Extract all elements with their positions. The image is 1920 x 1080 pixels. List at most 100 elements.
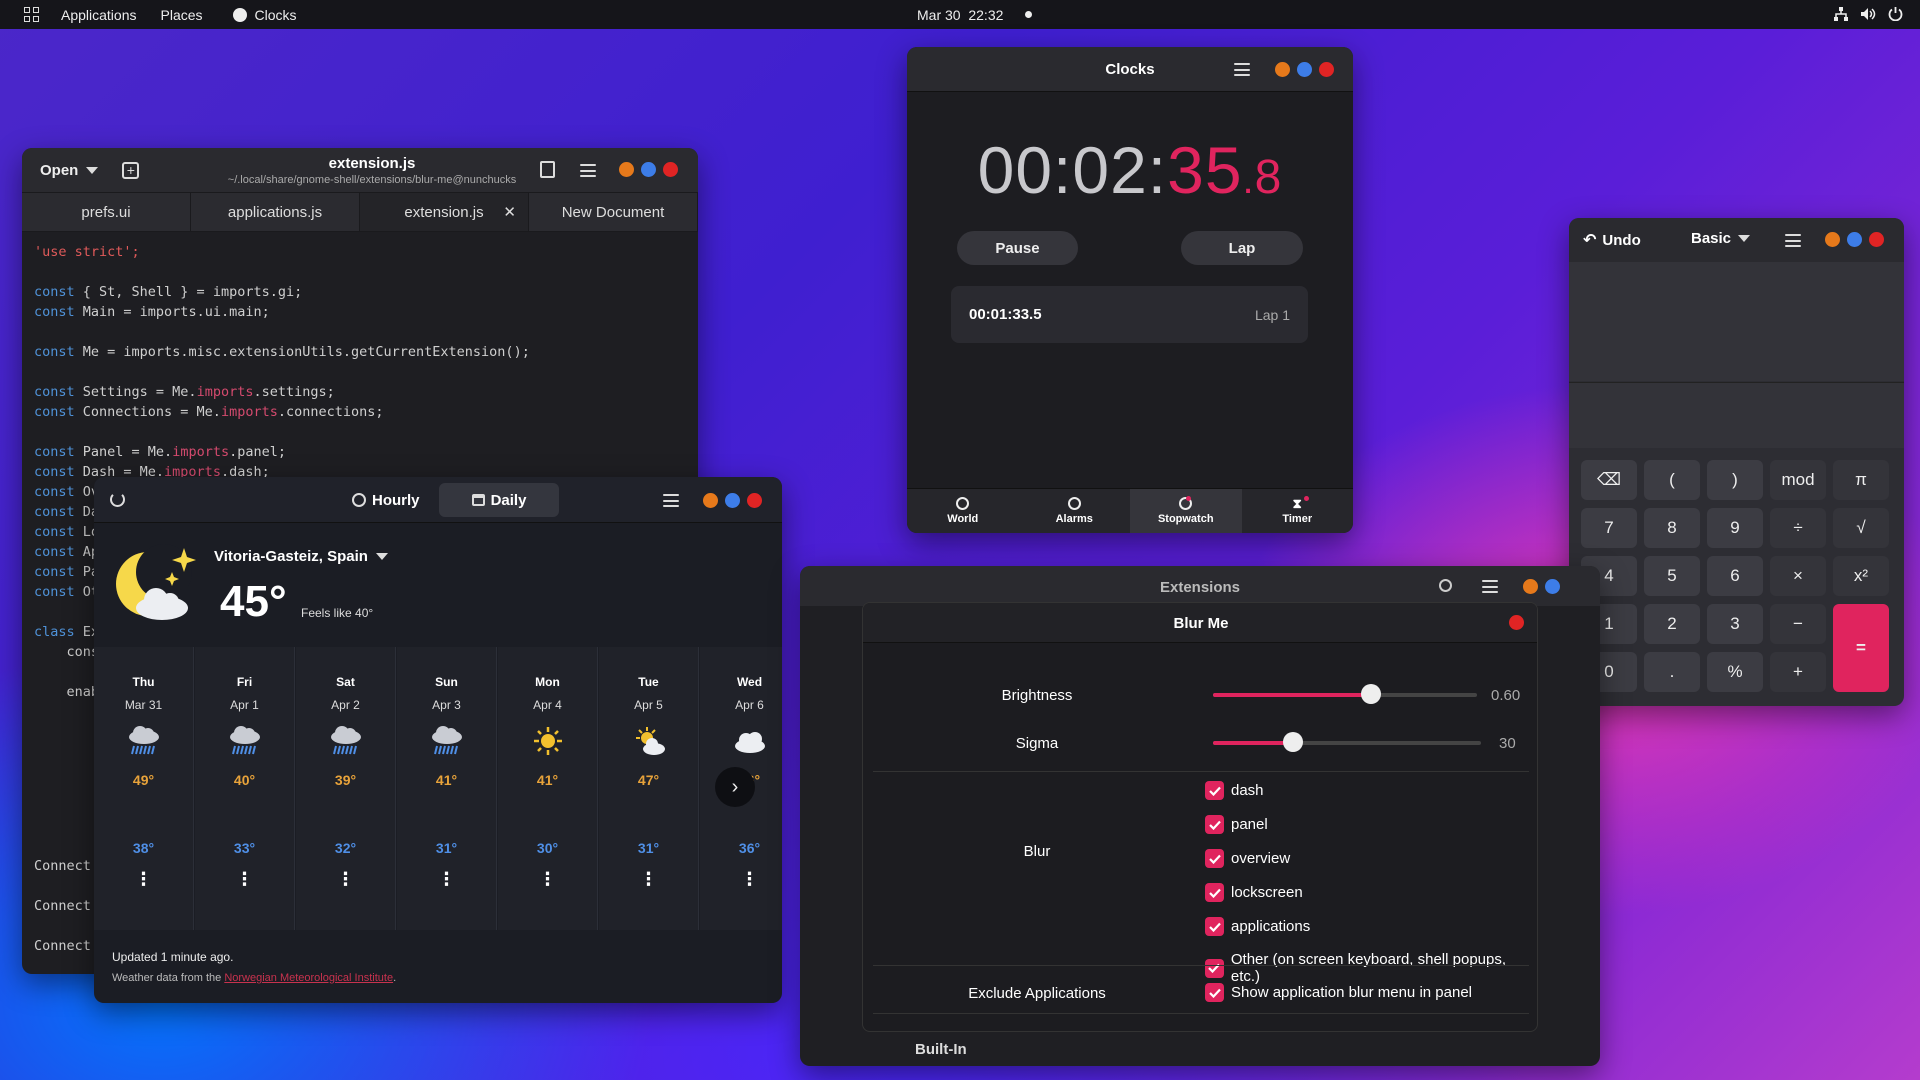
menu-icon[interactable] (580, 164, 596, 177)
new-tab-icon[interactable]: + (122, 161, 140, 179)
forecast-day[interactable]: Sat Apr 2 39° 32° ⋮ (296, 647, 396, 930)
lap-button[interactable]: Lap (1181, 231, 1303, 265)
brightness-handle[interactable] (1361, 684, 1382, 704)
calc-key[interactable]: 3 (1707, 604, 1763, 644)
minimize-button[interactable] (619, 162, 634, 177)
tab-prefs[interactable]: prefs.ui (22, 193, 191, 231)
forecast-day[interactable]: Thu Mar 31 49° 38° ⋮ (94, 647, 194, 930)
sigma-handle[interactable] (1283, 732, 1304, 752)
more-vertical-icon[interactable]: ⋮ (397, 870, 496, 888)
calc-key[interactable]: 5 (1644, 556, 1700, 596)
maximize-button[interactable] (1297, 62, 1312, 77)
maximize-button[interactable] (641, 162, 656, 177)
menu-icon[interactable] (1482, 580, 1498, 593)
calc-key[interactable]: ) (1707, 460, 1763, 500)
calc-key[interactable]: 6 (1707, 556, 1763, 596)
refresh-icon[interactable] (110, 492, 125, 507)
blur-option[interactable]: panel (1205, 815, 1268, 834)
calc-key[interactable]: ( (1644, 460, 1700, 500)
tab-new-document[interactable]: New Document (529, 193, 698, 231)
close-button[interactable] (1509, 615, 1524, 630)
blur-option[interactable]: Other (on screen keyboard, shell popups,… (1205, 951, 1537, 985)
more-vertical-icon[interactable]: ⋮ (94, 870, 193, 888)
applications-menu[interactable]: Applications (61, 7, 137, 23)
checkbox-checked-icon[interactable] (1205, 815, 1224, 834)
power-icon[interactable] (1888, 6, 1903, 24)
calc-key[interactable]: √ (1833, 508, 1889, 548)
menu-icon[interactable] (1234, 63, 1250, 76)
mode-selector[interactable]: Basic (1691, 230, 1751, 247)
minimize-button[interactable] (1825, 232, 1840, 247)
more-vertical-icon[interactable]: ⋮ (296, 870, 395, 888)
checkbox-checked-icon[interactable] (1205, 781, 1224, 800)
forecast-day[interactable]: Tue Apr 5 47° 31° ⋮ (599, 647, 699, 930)
calc-key[interactable]: mod (1770, 460, 1826, 500)
tab-extension[interactable]: extension.js ✕ (360, 193, 529, 231)
close-button[interactable] (1869, 232, 1884, 247)
undo-button[interactable]: ↶ Undo (1583, 230, 1641, 250)
sigma-slider[interactable] (1213, 732, 1481, 752)
search-document-icon[interactable] (540, 161, 555, 178)
maximize-button[interactable] (1847, 232, 1862, 247)
minimize-button[interactable] (703, 493, 718, 508)
calc-display[interactable] (1569, 382, 1904, 448)
exclude-option[interactable]: Show application blur menu in panel (1205, 983, 1472, 1002)
tab-applications[interactable]: applications.js (191, 193, 360, 231)
more-vertical-icon[interactable]: ⋮ (195, 870, 294, 888)
close-button[interactable] (747, 493, 762, 508)
blur-option[interactable]: dash (1205, 781, 1264, 800)
forecast-day[interactable]: Fri Apr 1 40° 33° ⋮ (195, 647, 295, 930)
minimize-button[interactable] (1275, 62, 1290, 77)
checkbox-checked-icon[interactable] (1205, 958, 1224, 978)
calc-key[interactable]: % (1707, 652, 1763, 692)
open-button[interactable]: Open (34, 158, 104, 183)
checkbox-checked-icon[interactable] (1205, 917, 1224, 936)
brightness-slider[interactable] (1213, 684, 1477, 704)
clock-datetime[interactable]: Mar 30 22:32 (917, 7, 1003, 23)
nav-alarms[interactable]: Alarms (1019, 489, 1131, 533)
nav-timer[interactable]: ⧗ Timer (1242, 489, 1354, 533)
calc-key[interactable]: π (1833, 460, 1889, 500)
more-vertical-icon[interactable]: ⋮ (498, 870, 597, 888)
menu-icon[interactable] (663, 494, 679, 507)
calc-key[interactable]: . (1644, 652, 1700, 692)
network-icon[interactable] (1834, 7, 1848, 21)
nav-world[interactable]: World (907, 489, 1019, 533)
close-tab-icon[interactable]: ✕ (503, 203, 516, 221)
volume-icon[interactable] (1860, 7, 1876, 24)
checkbox-checked-icon[interactable] (1205, 849, 1224, 868)
close-button[interactable] (663, 162, 678, 177)
close-button[interactable] (1319, 62, 1334, 77)
minimize-button[interactable] (1523, 579, 1538, 594)
pause-button[interactable]: Pause (957, 231, 1078, 265)
forecast-day[interactable]: Mon Apr 4 41° 30° ⋮ (498, 647, 598, 930)
search-icon[interactable] (1439, 579, 1452, 592)
calc-key[interactable]: × (1770, 556, 1826, 596)
source-link[interactable]: Norwegian Meteorological Institute (224, 972, 393, 984)
calc-key[interactable]: x² (1833, 556, 1889, 596)
calc-key[interactable]: 7 (1581, 508, 1637, 548)
equals-button[interactable]: = (1833, 604, 1889, 692)
daily-button[interactable]: Daily (439, 483, 559, 517)
hourly-button[interactable]: Hourly (340, 483, 432, 517)
more-vertical-icon[interactable]: ⋮ (599, 870, 698, 888)
activities-grid-icon[interactable] (24, 7, 39, 22)
blur-option[interactable]: applications (1205, 917, 1310, 936)
checkbox-checked-icon[interactable] (1205, 983, 1224, 1002)
calc-key[interactable]: − (1770, 604, 1826, 644)
calc-key[interactable]: ÷ (1770, 508, 1826, 548)
app-menu[interactable]: Clocks (255, 7, 297, 23)
nav-stopwatch[interactable]: Stopwatch (1130, 489, 1242, 533)
blur-option[interactable]: overview (1205, 849, 1290, 868)
calc-key[interactable]: 2 (1644, 604, 1700, 644)
calc-key[interactable]: ⌫ (1581, 460, 1637, 500)
checkbox-checked-icon[interactable] (1205, 883, 1224, 902)
calc-key[interactable]: 8 (1644, 508, 1700, 548)
forecast-day[interactable]: Sun Apr 3 41° 31° ⋮ (397, 647, 497, 930)
places-menu[interactable]: Places (161, 7, 203, 23)
blur-option[interactable]: lockscreen (1205, 883, 1303, 902)
menu-icon[interactable] (1785, 234, 1801, 247)
location-selector[interactable]: Vitoria-Gasteiz, Spain (214, 548, 388, 565)
calc-key[interactable]: 9 (1707, 508, 1763, 548)
maximize-button[interactable] (1545, 579, 1560, 594)
